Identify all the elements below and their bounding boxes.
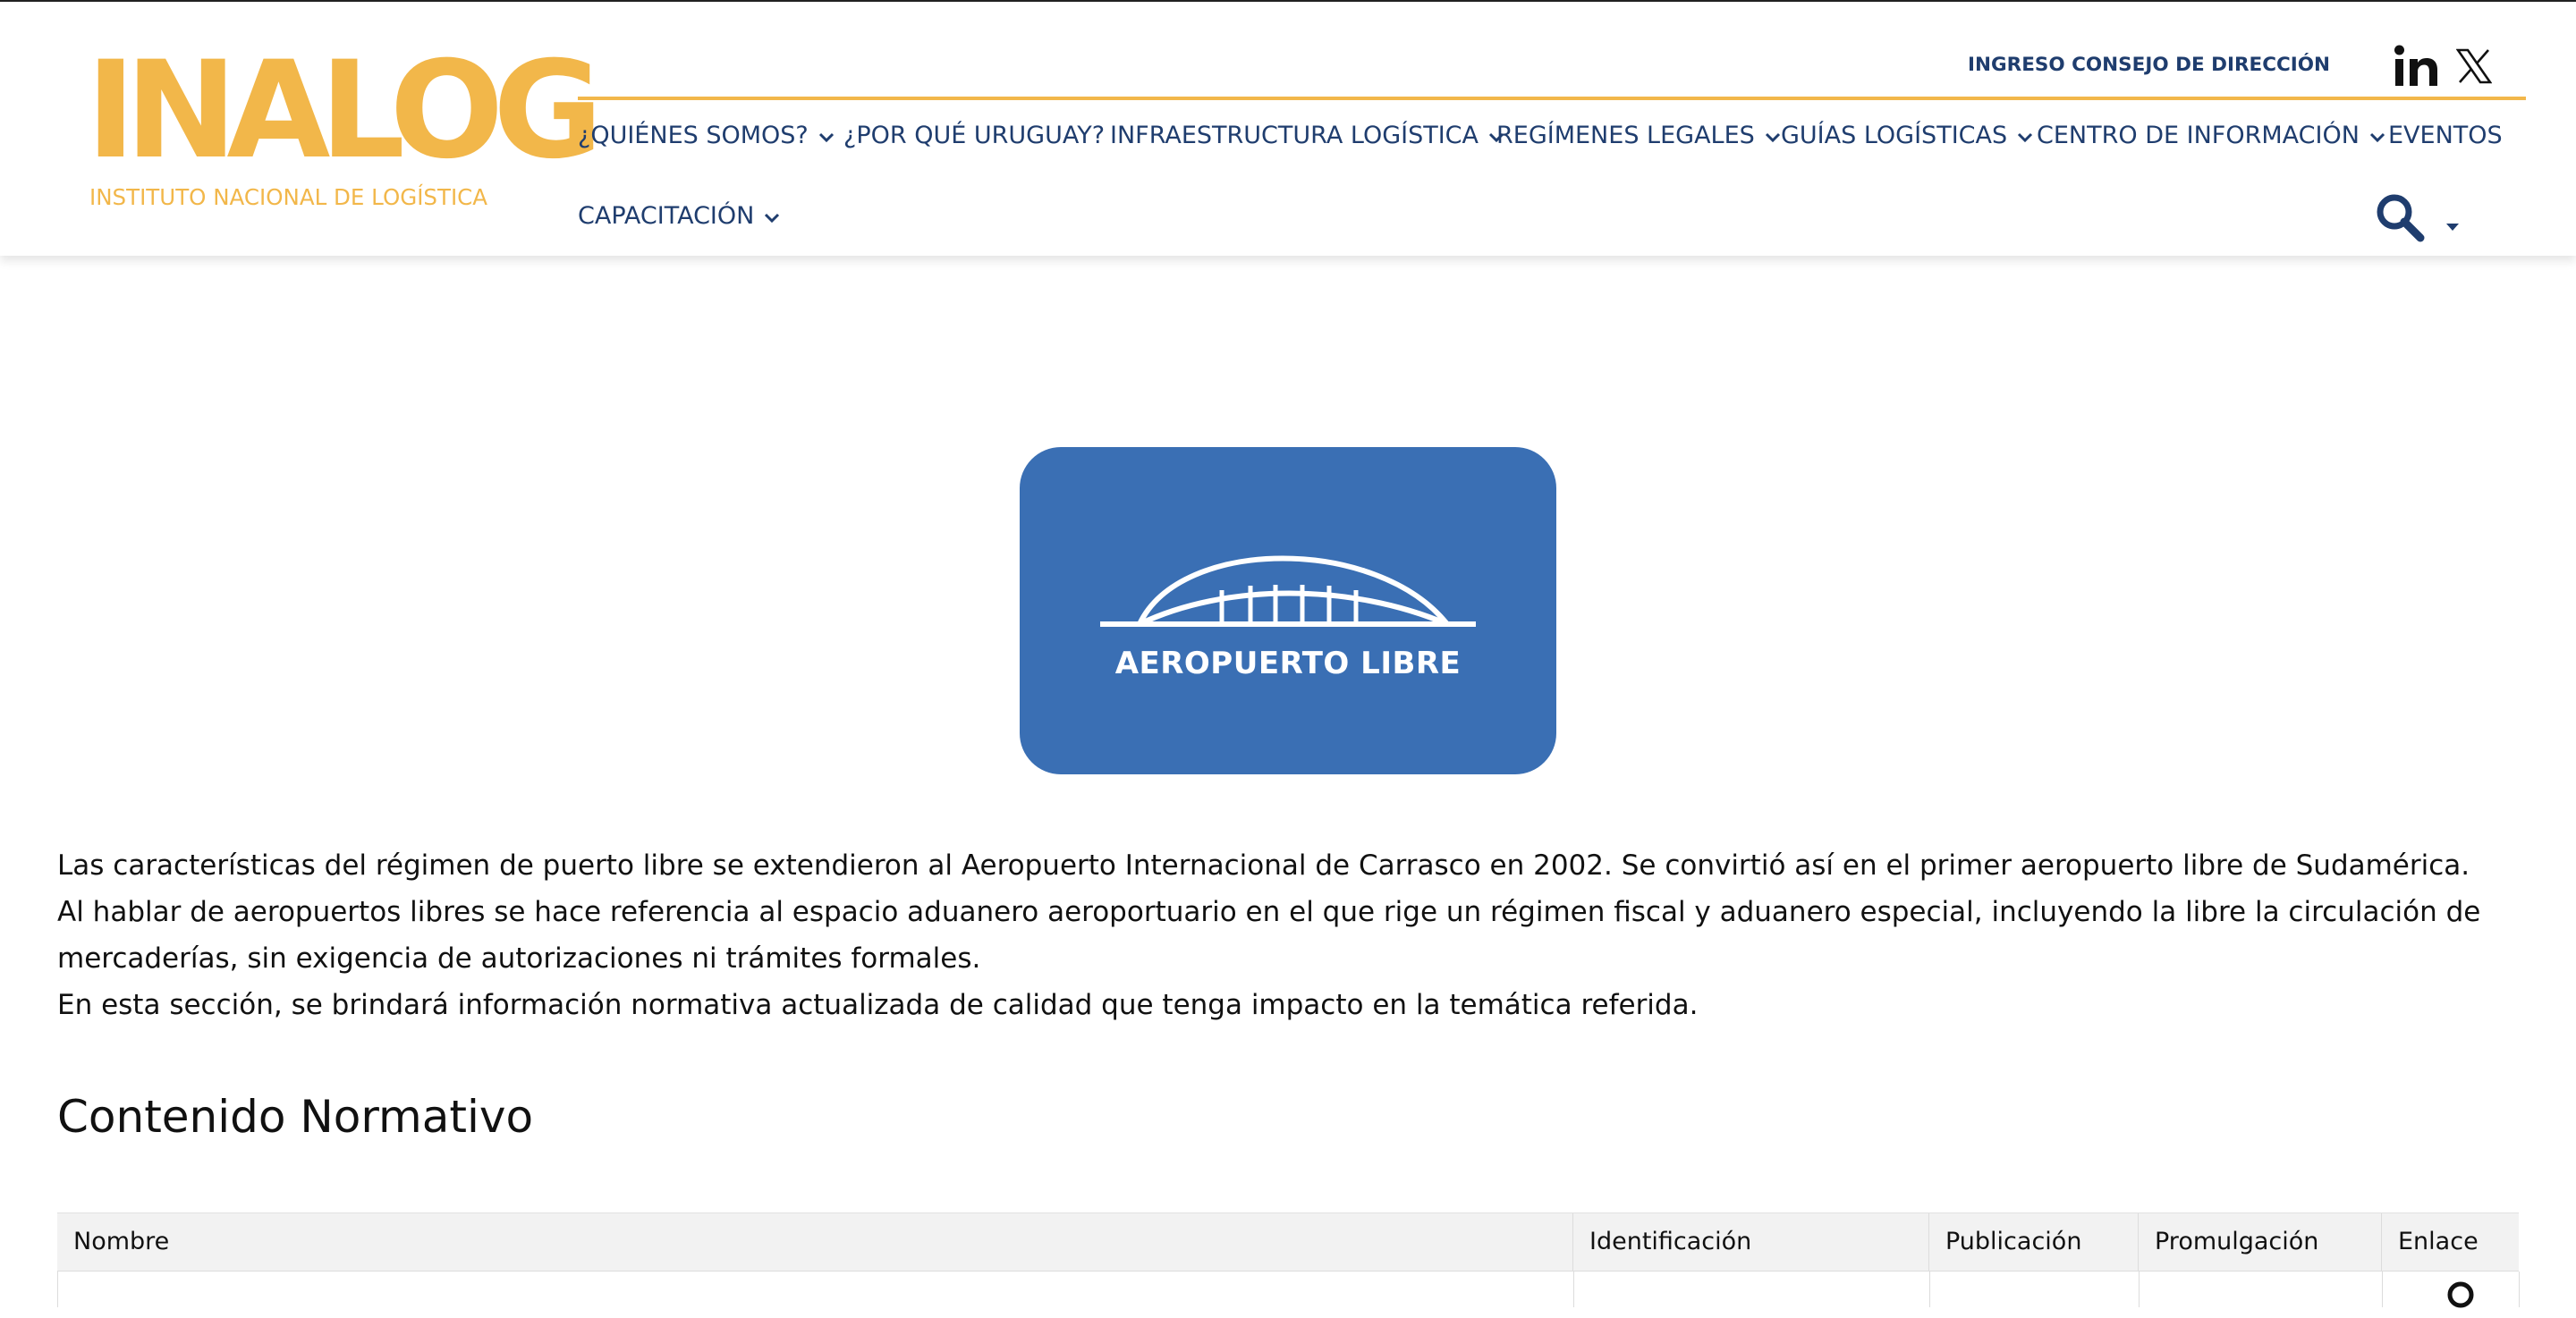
normativa-table: Nombre Identificación Publicación Promul…	[57, 1212, 2520, 1308]
column-header-nombre[interactable]: Nombre	[57, 1213, 1573, 1271]
intro-text: Las características del régimen de puert…	[57, 842, 2526, 1028]
nav-divider	[578, 97, 2526, 100]
intro-paragraph: En esta sección, se brindará información…	[57, 989, 1699, 1021]
aeropuerto-libre-banner: AEROPUERTO LIBRE	[1020, 447, 1556, 774]
column-header-promulgacion[interactable]: Promulgación	[2139, 1213, 2382, 1271]
column-header-enlace[interactable]: Enlace	[2382, 1213, 2519, 1271]
nav-label: ¿QUIÉNES SOMOS?	[578, 122, 809, 149]
nav-capacitacion[interactable]: CAPACITACIÓN	[578, 202, 781, 230]
nav-quienes-somos[interactable]: ¿QUIÉNES SOMOS?	[578, 122, 835, 149]
logo-wordmark: INALOG	[86, 33, 603, 189]
view-link-icon[interactable]	[2445, 1279, 2480, 1314]
x-icon[interactable]	[2455, 48, 2493, 84]
intro-paragraph: Las características del régimen de puert…	[57, 849, 2470, 882]
nav-infraestructura[interactable]: INFRAESTRUCTURA LOGÍSTICA	[1110, 122, 1505, 149]
section-title: Contenido Normativo	[57, 1091, 534, 1143]
nav-guias-logisticas[interactable]: GUÍAS LOGÍSTICAS	[1781, 122, 2034, 149]
nav-eventos[interactable]: EVENTOS	[2388, 122, 2503, 149]
nav-centro-informacion[interactable]: CENTRO DE INFORMACIÓN	[2037, 122, 2386, 149]
nav-label: GUÍAS LOGÍSTICAS	[1781, 122, 2008, 149]
airport-terminal-icon	[1100, 555, 1476, 627]
nav-label: CENTRO DE INFORMACIÓN	[2037, 122, 2360, 149]
nav-label: EVENTOS	[2388, 122, 2503, 149]
site-header: INALOG INSTITUTO NACIONAL DE LOGÍSTICA I…	[0, 2, 2576, 256]
inalog-logo[interactable]: INALOG INSTITUTO NACIONAL DE LOGÍSTICA	[86, 44, 603, 220]
nav-label: CAPACITACIÓN	[578, 202, 755, 230]
caret-down-icon[interactable]	[2445, 218, 2460, 231]
linkedin-icon[interactable]	[2394, 45, 2440, 88]
banner-label: AEROPUERTO LIBRE	[1114, 646, 1462, 681]
table-row	[57, 1272, 2520, 1308]
intro-paragraph: Al hablar de aeropuertos libres se hace …	[57, 896, 2481, 975]
table-cell	[2140, 1272, 2383, 1307]
nav-label: INFRAESTRUCTURA LOGÍSTICA	[1110, 122, 1479, 149]
search-icon[interactable]	[2374, 191, 2426, 243]
chevron-down-icon	[765, 213, 780, 223]
table-cell	[58, 1272, 1574, 1307]
nav-por-que-uruguay[interactable]: ¿POR QUÉ URUGUAY?	[843, 122, 1105, 149]
table-cell	[1930, 1272, 2140, 1307]
nav-label: REGÍMENES LEGALES	[1496, 122, 1755, 149]
table-cell	[1574, 1272, 1930, 1307]
table-header: Nombre Identificación Publicación Promul…	[57, 1212, 2519, 1272]
chevron-down-icon	[1765, 132, 1780, 142]
chevron-down-icon	[818, 132, 834, 142]
chevron-down-icon	[2369, 132, 2385, 142]
column-header-identificacion[interactable]: Identificación	[1573, 1213, 1929, 1271]
logo-subtitle: INSTITUTO NACIONAL DE LOGÍSTICA	[89, 184, 488, 210]
nav-label: ¿POR QUÉ URUGUAY?	[843, 122, 1106, 149]
consejo-direccion-link[interactable]: INGRESO CONSEJO DE DIRECCIÓN	[1968, 54, 2330, 76]
column-header-publicacion[interactable]: Publicación	[1929, 1213, 2139, 1271]
nav-regimenes-legales[interactable]: REGÍMENES LEGALES	[1496, 122, 1782, 149]
chevron-down-icon	[2018, 132, 2033, 142]
